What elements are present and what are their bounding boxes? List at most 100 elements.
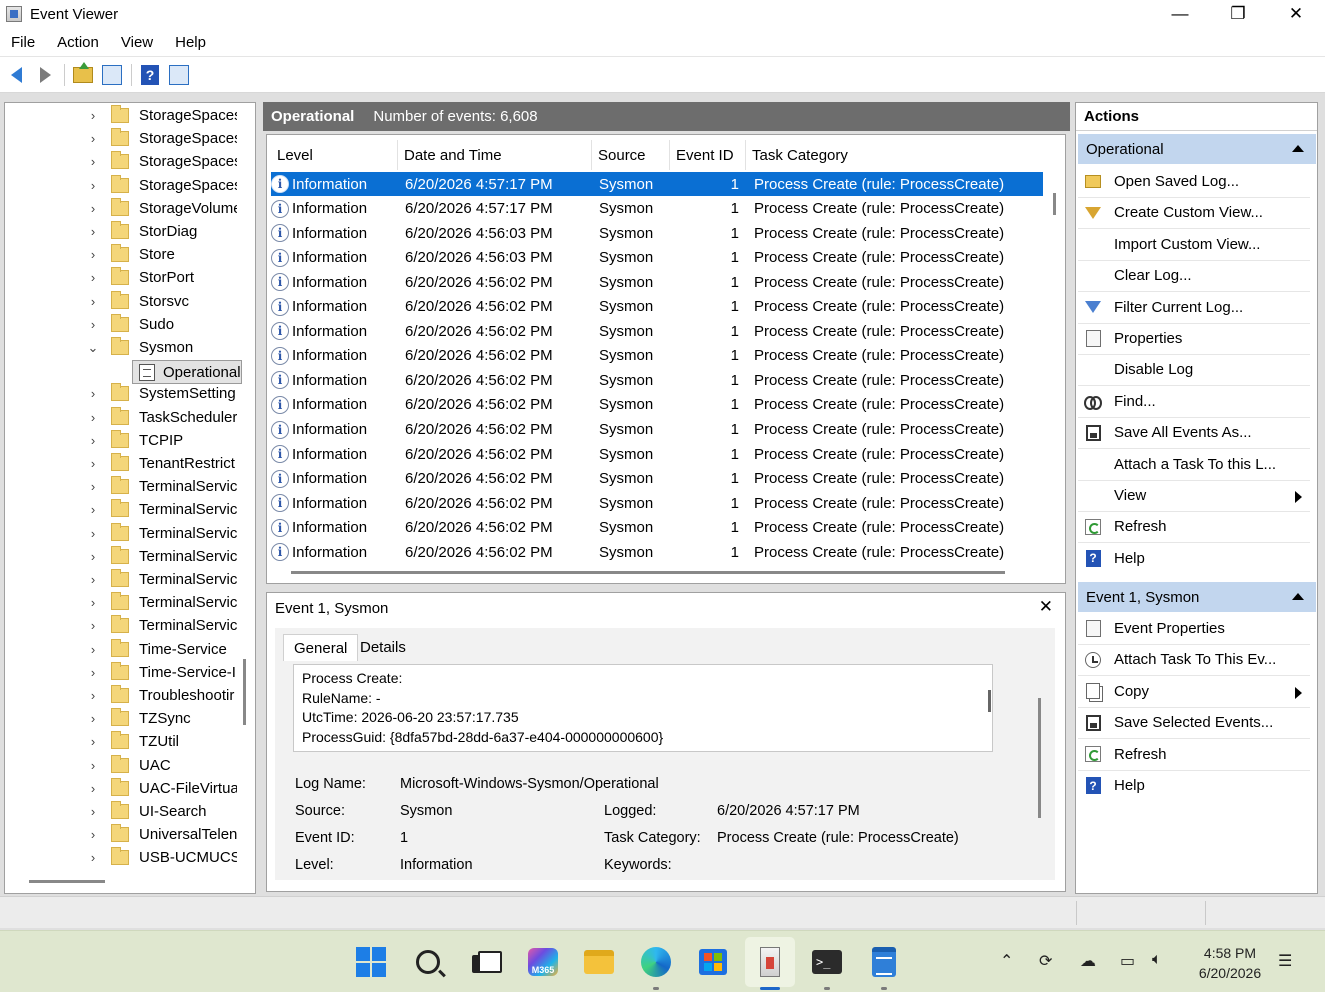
menu-help[interactable]: Help bbox=[164, 34, 217, 51]
tree-item-operational-selected[interactable]: Operational bbox=[132, 360, 242, 384]
tree-item[interactable]: › TerminalServic bbox=[5, 522, 237, 545]
action-properties[interactable]: Properties bbox=[1078, 323, 1310, 354]
tree-item[interactable]: ⌄ Sysmon bbox=[5, 336, 193, 359]
action-refresh[interactable]: Refresh bbox=[1078, 739, 1310, 770]
up-one-level-button[interactable] bbox=[71, 61, 95, 87]
tree-item[interactable]: › StorageSpaces bbox=[5, 104, 237, 127]
expand-chevron-right-icon[interactable]: › bbox=[87, 595, 99, 610]
notepad-button[interactable] bbox=[867, 945, 901, 979]
expand-chevron-right-icon[interactable]: › bbox=[87, 711, 99, 726]
event-row[interactable]: i Information 6/20/2026 4:56:02 PM Sysmon 1 P… bbox=[271, 344, 1043, 368]
clock[interactable]: 4:58 PM 6/20/2026 bbox=[1192, 943, 1268, 983]
action-attach-a-task-to-this-l[interactable]: Attach a Task To this L... bbox=[1078, 449, 1310, 480]
expand-chevron-right-icon[interactable]: › bbox=[87, 804, 99, 819]
show-hide-console-tree-button[interactable] bbox=[100, 63, 124, 87]
event-row[interactable]: i Information 6/20/2026 4:56:02 PM Sysmon 1 P… bbox=[271, 368, 1043, 392]
column-header-event-id[interactable]: Event ID bbox=[670, 140, 746, 170]
description-scrollbar[interactable] bbox=[988, 690, 991, 712]
tab-details[interactable]: Details bbox=[350, 634, 416, 661]
event-row[interactable]: i Information 6/20/2026 4:56:02 PM Sysmon 1 P… bbox=[271, 540, 1043, 564]
tree-item[interactable]: › StorageSpaces bbox=[5, 150, 237, 173]
expand-chevron-right-icon[interactable]: › bbox=[87, 456, 99, 471]
expand-chevron-right-icon[interactable]: › bbox=[87, 270, 99, 285]
search-button[interactable] bbox=[411, 945, 445, 979]
event-row[interactable]: i Information 6/20/2026 4:57:17 PM Sysmon 1 P… bbox=[271, 197, 1043, 221]
tree-item[interactable]: › UAC bbox=[5, 754, 171, 777]
expand-chevron-right-icon[interactable]: › bbox=[87, 433, 99, 448]
event-row[interactable]: i Information 6/20/2026 4:56:02 PM Sysmon 1 P… bbox=[271, 491, 1043, 515]
expand-chevron-right-icon[interactable]: › bbox=[87, 201, 99, 216]
tree-item[interactable]: › TerminalServic bbox=[5, 498, 237, 521]
close-button[interactable]: ✕ bbox=[1267, 0, 1325, 28]
tree-item[interactable]: › StorPort bbox=[5, 266, 194, 289]
expand-chevron-right-icon[interactable]: › bbox=[87, 410, 99, 425]
expand-chevron-right-icon[interactable]: › bbox=[87, 131, 99, 146]
event-row-selected[interactable]: i Information 6/20/2026 4:57:17 PM Sysmon 1 P… bbox=[271, 172, 1043, 196]
expand-chevron-right-icon[interactable]: › bbox=[87, 549, 99, 564]
expand-chevron-right-icon[interactable]: › bbox=[87, 572, 99, 587]
menu-action[interactable]: Action bbox=[46, 34, 110, 51]
action-help[interactable]: ? Help bbox=[1078, 770, 1310, 801]
expand-chevron-right-icon[interactable]: › bbox=[87, 688, 99, 703]
action-event-properties[interactable]: Event Properties bbox=[1078, 613, 1310, 644]
event-viewer-taskbar-button[interactable] bbox=[753, 945, 787, 979]
actions-section-event[interactable]: Event 1, Sysmon bbox=[1078, 582, 1316, 612]
tree-item[interactable]: › UniversalTelen bbox=[5, 823, 237, 846]
network-icon[interactable]: ▭ bbox=[1120, 951, 1135, 971]
edge-button[interactable] bbox=[639, 945, 673, 979]
m365-copilot-button[interactable]: M365 bbox=[526, 945, 560, 979]
tree-item[interactable]: › StorageSpaces bbox=[5, 127, 237, 150]
expand-chevron-down-icon[interactable]: ⌄ bbox=[87, 340, 99, 356]
tree-item[interactable]: › TenantRestrict bbox=[5, 452, 235, 475]
help-toolbar-button[interactable]: ? bbox=[138, 63, 162, 87]
event-row[interactable]: i Information 6/20/2026 4:56:02 PM Sysmon 1 P… bbox=[271, 442, 1043, 466]
close-detail-button[interactable]: ✕ bbox=[1039, 597, 1053, 617]
expand-chevron-right-icon[interactable]: › bbox=[87, 618, 99, 633]
tree-item[interactable]: › TerminalServic bbox=[5, 568, 237, 591]
expand-chevron-right-icon[interactable]: › bbox=[87, 502, 99, 517]
tree-item[interactable]: › TerminalServic bbox=[5, 614, 237, 637]
tree-item[interactable]: › TerminalServic bbox=[5, 591, 237, 614]
store-button[interactable] bbox=[696, 945, 730, 979]
tab-general[interactable]: General bbox=[283, 634, 359, 661]
event-list-horizontal-scrollbar[interactable] bbox=[291, 571, 1005, 574]
tree-item[interactable]: › TZSync bbox=[5, 707, 191, 730]
show-hide-action-pane-button[interactable] bbox=[167, 63, 191, 87]
cloud-offline-icon[interactable]: ☁ bbox=[1080, 951, 1096, 971]
action-import-custom-view[interactable]: Import Custom View... bbox=[1078, 229, 1310, 260]
forward-button[interactable] bbox=[33, 63, 57, 87]
tree-item[interactable]: › SystemSetting bbox=[5, 382, 236, 405]
tree-item[interactable]: › StorageVolume bbox=[5, 197, 237, 220]
expand-chevron-right-icon[interactable]: › bbox=[87, 178, 99, 193]
action-help[interactable]: ? Help bbox=[1078, 543, 1310, 574]
tree-item[interactable]: › Store bbox=[5, 243, 175, 266]
tree-item[interactable]: › TerminalServic bbox=[5, 545, 237, 568]
file-explorer-button[interactable] bbox=[582, 945, 616, 979]
sync-icon[interactable]: ⟳ bbox=[1039, 951, 1052, 971]
action-attach-task-to-this-ev[interactable]: Attach Task To This Ev... bbox=[1078, 644, 1310, 675]
start-button[interactable] bbox=[354, 945, 388, 979]
tree-item[interactable]: › StorageSpaces bbox=[5, 174, 237, 197]
tree-item[interactable]: › StorDiag bbox=[5, 220, 197, 243]
column-header-date-and-time[interactable]: Date and Time bbox=[398, 140, 592, 170]
tree-item[interactable]: › Troubleshootir bbox=[5, 684, 234, 707]
expand-chevron-right-icon[interactable]: › bbox=[87, 665, 99, 680]
expand-chevron-right-icon[interactable]: › bbox=[87, 642, 99, 657]
expand-chevron-right-icon[interactable]: › bbox=[87, 154, 99, 169]
column-header-task-category[interactable]: Task Category bbox=[746, 140, 1044, 170]
notifications-icon[interactable]: ☰ bbox=[1278, 951, 1292, 971]
event-row[interactable]: i Information 6/20/2026 4:56:02 PM Sysmon 1 P… bbox=[271, 270, 1043, 294]
expand-chevron-right-icon[interactable]: › bbox=[87, 108, 99, 123]
tree-item[interactable]: › USB-UCMUCS bbox=[5, 846, 237, 869]
expand-chevron-right-icon[interactable]: › bbox=[87, 479, 99, 494]
action-disable-log[interactable]: Disable Log bbox=[1078, 354, 1310, 385]
tree-item[interactable]: › TaskScheduler bbox=[5, 406, 237, 429]
action-clear-log[interactable]: Clear Log... bbox=[1078, 260, 1310, 291]
expand-chevron-right-icon[interactable]: › bbox=[87, 758, 99, 773]
event-row[interactable]: i Information 6/20/2026 4:56:03 PM Sysmon 1 P… bbox=[271, 221, 1043, 245]
column-header-source[interactable]: Source bbox=[592, 140, 670, 170]
event-row[interactable]: i Information 6/20/2026 4:56:02 PM Sysmon 1 P… bbox=[271, 393, 1043, 417]
action-copy[interactable]: Copy bbox=[1078, 676, 1310, 707]
tree-item[interactable]: › TZUtil bbox=[5, 730, 179, 753]
tree-vertical-scrollbar[interactable] bbox=[243, 659, 246, 725]
